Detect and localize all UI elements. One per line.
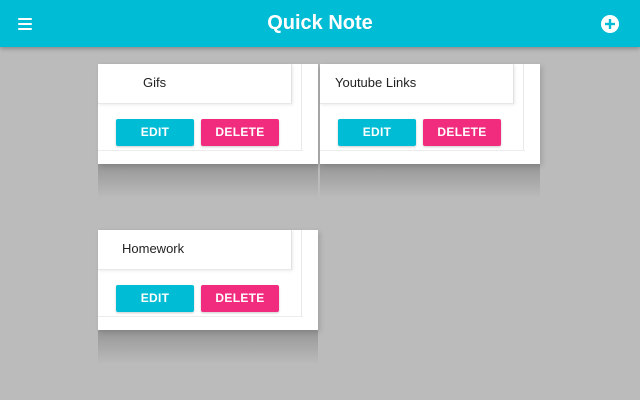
note-title: Homework [122,241,185,256]
hamburger-menu-icon[interactable] [15,15,37,33]
note-card: Youtube Links EDIT DELETE [320,64,540,198]
card-body: Gifs EDIT DELETE [98,64,318,164]
card-divider [98,316,303,317]
app-title: Quick Note [267,12,373,34]
card-body: Youtube Links EDIT DELETE [320,64,540,164]
card-divider [98,150,303,151]
card-shadow [320,164,540,198]
note-title-box[interactable]: Homework [98,230,292,270]
delete-button[interactable]: DELETE [423,119,501,146]
card-divider [301,230,302,316]
card-body: Homework EDIT DELETE [98,230,318,330]
note-title: Youtube Links [335,75,417,90]
card-divider [320,150,525,151]
note-title-box[interactable]: Youtube Links [320,64,514,104]
note-title: Gifs [143,75,167,90]
card-divider [523,64,524,150]
note-card: Homework EDIT DELETE [98,230,318,364]
edit-button[interactable]: EDIT [116,119,194,146]
app-bar: Quick Note [0,0,640,47]
edit-button[interactable]: EDIT [338,119,416,146]
note-card: Gifs EDIT DELETE [98,64,318,198]
delete-button[interactable]: DELETE [201,285,279,312]
note-title-box[interactable]: Gifs [98,64,292,104]
card-shadow [98,164,318,198]
card-divider [301,64,302,150]
add-note-icon[interactable] [600,14,620,34]
card-shadow [98,330,318,364]
edit-button[interactable]: EDIT [116,285,194,312]
delete-button[interactable]: DELETE [201,119,279,146]
